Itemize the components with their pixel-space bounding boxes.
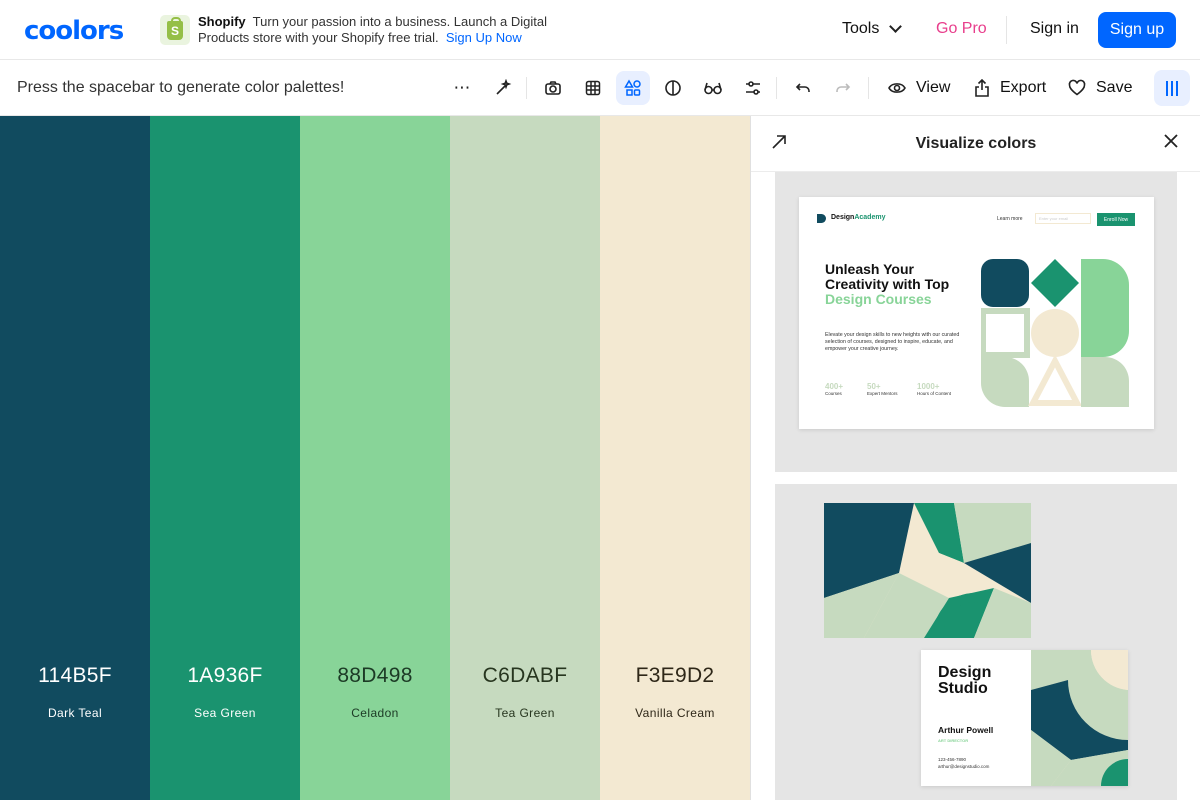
panel-header: Visualize colors [751,116,1200,172]
shopify-ad[interactable]: Shopify Turn your passion into a busines… [198,14,558,46]
close-icon[interactable] [1163,132,1179,155]
toolbar-divider [776,77,777,99]
site-stat-label: Courses [825,391,842,396]
card-title-a: Design [938,664,992,681]
more-options-icon[interactable]: ⋯ [445,71,479,105]
heart-icon [1068,79,1086,96]
swatch-name: Tea Green [495,706,555,720]
site-stat-value: 50+ [867,382,881,391]
card-geometric-art [1031,650,1128,786]
share-icon [975,79,989,97]
card-title-b: Studio [938,680,988,697]
view-button[interactable]: View [888,79,950,97]
swatch-name: Vanilla Cream [635,706,715,720]
toolbar-divider [526,77,527,99]
site-logo-b: Academy [854,214,886,221]
color-swatch-2[interactable]: 1A936F Sea Green [150,116,300,800]
business-card-front: Design Studio Arthur Powell ART DIRECTOR… [921,650,1128,786]
contrast-icon[interactable] [656,71,690,105]
swatch-name: Sea Green [194,706,256,720]
website-preview-card[interactable]: DesignAcademy Learn more Enter your emai… [775,172,1177,472]
card-role: ART DIRECTOR [938,738,969,743]
hero-geometric-art [981,259,1129,407]
camera-icon[interactable] [536,71,570,105]
site-logo-text: DesignAcademy [831,214,885,221]
site-headline-a: Unleash Your Creativity with Top [825,261,950,292]
business-card-preview[interactable]: Design Studio Arthur Powell ART DIRECTOR… [775,484,1177,800]
site-stat: 400+ Courses [825,382,843,396]
site-headline-b: Design Courses [825,291,932,307]
design-academy-logo-icon [817,214,826,223]
view-label: View [916,79,951,96]
tools-label: Tools [842,20,880,37]
swatch-hex[interactable]: 88D498 [300,664,450,688]
spacebar-hint: Press the spacebar to generate color pal… [17,79,345,96]
card-name: Arthur Powell [938,725,994,735]
export-button[interactable]: Export [974,79,1046,97]
ad-brand: Shopify [198,14,246,29]
toolbar-divider [868,77,869,99]
redo-icon[interactable] [826,71,860,105]
go-pro-link[interactable]: Go Pro [936,20,987,38]
site-stat-label: Hours of Content [917,391,952,396]
chevron-down-icon [889,20,903,33]
panel-title: Visualize colors [915,135,1037,152]
card-phone: 123-456-7890 [938,757,967,762]
sign-in-link[interactable]: Sign in [1030,20,1079,38]
business-card-back [824,503,1031,638]
undo-icon[interactable] [786,71,820,105]
glasses-icon[interactable] [696,71,730,105]
website-mockup: DesignAcademy Learn more Enter your emai… [799,197,1154,429]
swatch-hex[interactable]: F3E9D2 [600,664,750,688]
magic-wand-icon[interactable] [486,71,520,105]
site-email-field: Enter your email [1035,213,1091,224]
site-learn-more: Learn more [997,216,1023,222]
site-enroll-button: Enroll Now [1097,213,1135,226]
shapes-icon[interactable] [616,71,650,105]
swatch-hex[interactable]: 1A936F [150,664,300,688]
ad-signup-link[interactable]: Sign Up Now [446,30,522,45]
site-logo-a: Design [831,214,855,221]
shopify-icon[interactable]: S [160,15,190,45]
grid-icon[interactable] [576,71,610,105]
visualize-panel: Visualize colors DesignAcademy Learn mor… [750,116,1200,800]
save-label: Save [1096,79,1133,96]
top-nav: coolors S Shopify Turn your passion into… [0,0,1200,60]
nav-divider [1006,16,1007,44]
adjust-sliders-icon[interactable] [736,71,770,105]
site-stat-value: 400+ [825,382,844,391]
palette-columns-icon[interactable] [1154,70,1190,106]
site-stat-label: Expert Mentors [867,391,898,396]
site-body: Elevate your design skills to new height… [825,332,960,352]
swatch-hex[interactable]: C6DABF [450,664,600,688]
site-headline: Unleash Your Creativity with Top Design … [825,262,965,307]
card-email: arthur@designstudio.com [938,764,990,769]
site-stat-value: 1000+ [917,382,940,391]
site-stat: 1000+ Hours of Content [917,382,951,396]
card-title: Design Studio [938,665,991,697]
swatch-name: Celadon [351,706,399,720]
toolbar: Press the spacebar to generate color pal… [0,61,1200,116]
swatch-name: Dark Teal [47,706,103,720]
export-label: Export [1000,79,1047,96]
save-button[interactable]: Save [1068,79,1132,97]
swatch-hex[interactable]: 114B5F [0,664,150,688]
tools-menu[interactable]: Tools [842,20,903,38]
color-swatch-5[interactable]: F3E9D2 Vanilla Cream [600,116,750,800]
color-swatch-1[interactable]: 114B5F Dark Teal [0,116,150,800]
sign-up-button[interactable]: Sign up [1098,12,1176,48]
site-stat: 50+ Expert Mentors [867,382,898,396]
card-contact: 123-456-7890 arthur@designstudio.com [938,756,989,770]
color-swatch-4[interactable]: C6DABF Tea Green [450,116,600,800]
coolors-logo[interactable]: coolors [24,16,124,46]
color-swatch-3[interactable]: 88D498 Celadon [300,116,450,800]
eye-icon [888,83,906,93]
